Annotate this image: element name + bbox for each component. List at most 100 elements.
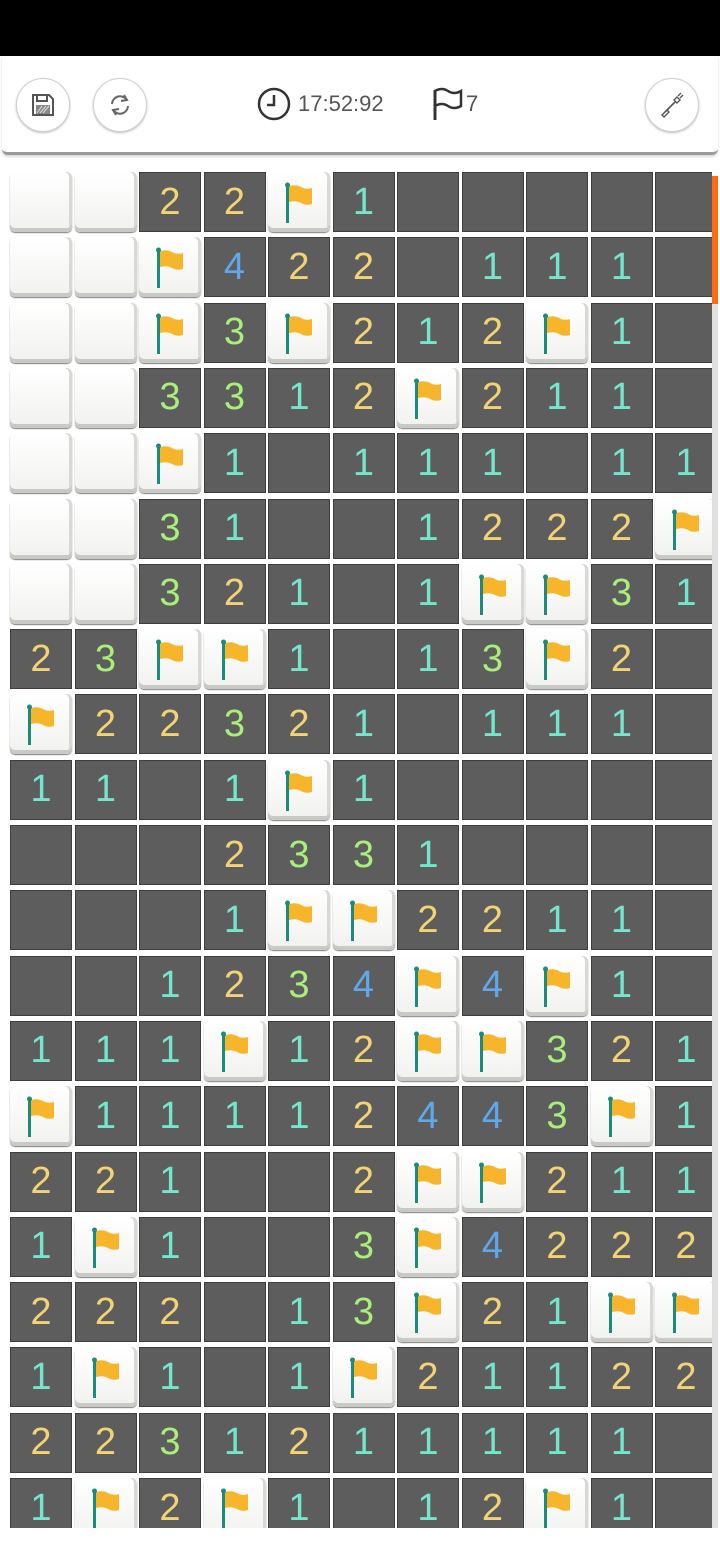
revealed-cell[interactable]: 2 [268, 1412, 330, 1473]
revealed-cell[interactable]: 2 [10, 629, 72, 690]
revealed-cell[interactable]: 1 [526, 1412, 588, 1473]
revealed-cell[interactable]: 3 [332, 1282, 395, 1343]
unopened-cell[interactable] [10, 498, 72, 559]
revealed-cell[interactable]: 2 [461, 498, 524, 559]
revealed-cell[interactable] [268, 1151, 330, 1212]
unopened-cell[interactable] [74, 302, 137, 363]
revealed-cell[interactable]: 1 [332, 1412, 395, 1473]
revealed-cell[interactable]: 2 [74, 1151, 137, 1212]
revealed-cell[interactable]: 1 [526, 890, 588, 951]
flagged-cell[interactable] [10, 1086, 72, 1147]
revealed-cell[interactable] [655, 629, 712, 690]
revealed-cell[interactable]: 1 [268, 563, 330, 624]
revealed-cell[interactable]: 1 [74, 759, 137, 820]
flagged-cell[interactable] [590, 1282, 653, 1343]
save-button[interactable] [16, 78, 70, 132]
revealed-cell[interactable]: 2 [332, 1151, 395, 1212]
revealed-cell[interactable] [526, 172, 588, 232]
revealed-cell[interactable]: 1 [268, 629, 330, 690]
flagged-cell[interactable] [268, 890, 330, 951]
revealed-cell[interactable]: 2 [139, 1478, 201, 1528]
revealed-cell[interactable]: 1 [526, 694, 588, 755]
revealed-cell[interactable]: 2 [203, 955, 266, 1016]
flagged-cell[interactable] [526, 302, 588, 363]
revealed-cell[interactable]: 1 [526, 237, 588, 298]
revealed-cell[interactable] [590, 172, 653, 232]
revealed-cell[interactable]: 2 [332, 237, 395, 298]
flagged-cell[interactable] [655, 1282, 712, 1343]
revealed-cell[interactable] [655, 1412, 712, 1473]
revealed-cell[interactable] [590, 825, 653, 885]
revealed-cell[interactable]: 4 [332, 955, 395, 1016]
revealed-cell[interactable]: 1 [268, 1347, 330, 1408]
revealed-cell[interactable] [332, 1478, 395, 1528]
dig-mode-button[interactable] [645, 78, 699, 132]
revealed-cell[interactable]: 1 [655, 563, 712, 624]
revealed-cell[interactable]: 1 [10, 1347, 72, 1408]
revealed-cell[interactable]: 1 [139, 1020, 201, 1081]
restart-button[interactable] [93, 78, 147, 132]
revealed-cell[interactable]: 1 [203, 498, 266, 559]
revealed-cell[interactable]: 1 [461, 694, 524, 755]
revealed-cell[interactable]: 1 [461, 1347, 524, 1408]
revealed-cell[interactable]: 1 [590, 302, 653, 363]
revealed-cell[interactable] [461, 759, 524, 820]
flagged-cell[interactable] [397, 955, 459, 1016]
revealed-cell[interactable] [10, 825, 72, 885]
flagged-cell[interactable] [74, 1216, 137, 1277]
revealed-cell[interactable]: 2 [461, 1282, 524, 1343]
unopened-cell[interactable] [10, 302, 72, 363]
flagged-cell[interactable] [203, 1020, 266, 1081]
revealed-cell[interactable]: 1 [332, 759, 395, 820]
revealed-cell[interactable]: 1 [590, 955, 653, 1016]
revealed-cell[interactable]: 1 [139, 1216, 201, 1277]
revealed-cell[interactable]: 1 [268, 367, 330, 428]
revealed-cell[interactable]: 2 [74, 1282, 137, 1343]
revealed-cell[interactable]: 2 [590, 1216, 653, 1277]
flagged-cell[interactable] [203, 1478, 266, 1528]
revealed-cell[interactable] [397, 237, 459, 298]
revealed-cell[interactable]: 2 [461, 367, 524, 428]
unopened-cell[interactable] [74, 433, 137, 494]
revealed-cell[interactable]: 1 [268, 1086, 330, 1147]
unopened-cell[interactable] [10, 563, 72, 624]
revealed-cell[interactable]: 1 [590, 367, 653, 428]
revealed-cell[interactable]: 3 [203, 302, 266, 363]
unopened-cell[interactable] [10, 172, 72, 232]
revealed-cell[interactable]: 1 [655, 1086, 712, 1147]
flagged-cell[interactable] [139, 433, 201, 494]
revealed-cell[interactable] [655, 825, 712, 885]
revealed-cell[interactable]: 3 [590, 563, 653, 624]
revealed-cell[interactable]: 1 [332, 694, 395, 755]
revealed-cell[interactable]: 1 [397, 629, 459, 690]
revealed-cell[interactable]: 2 [526, 498, 588, 559]
revealed-cell[interactable] [332, 629, 395, 690]
revealed-cell[interactable]: 3 [332, 825, 395, 885]
revealed-cell[interactable]: 1 [590, 1151, 653, 1212]
revealed-cell[interactable] [74, 825, 137, 885]
revealed-cell[interactable]: 1 [397, 1412, 459, 1473]
revealed-cell[interactable]: 4 [461, 1086, 524, 1147]
revealed-cell[interactable]: 2 [203, 825, 266, 885]
revealed-cell[interactable]: 1 [268, 1282, 330, 1343]
revealed-cell[interactable]: 3 [268, 955, 330, 1016]
revealed-cell[interactable]: 3 [332, 1216, 395, 1277]
revealed-cell[interactable]: 4 [461, 955, 524, 1016]
scrollbar-thumb[interactable] [712, 176, 718, 304]
revealed-cell[interactable]: 2 [74, 694, 137, 755]
revealed-cell[interactable]: 1 [590, 237, 653, 298]
revealed-cell[interactable]: 1 [590, 694, 653, 755]
revealed-cell[interactable]: 2 [590, 1020, 653, 1081]
revealed-cell[interactable]: 3 [139, 498, 201, 559]
revealed-cell[interactable]: 2 [203, 563, 266, 624]
revealed-cell[interactable] [139, 759, 201, 820]
revealed-cell[interactable]: 3 [139, 1412, 201, 1473]
flagged-cell[interactable] [10, 694, 72, 755]
revealed-cell[interactable]: 1 [203, 759, 266, 820]
revealed-cell[interactable]: 1 [10, 1216, 72, 1277]
revealed-cell[interactable]: 1 [655, 433, 712, 494]
revealed-cell[interactable]: 3 [203, 367, 266, 428]
revealed-cell[interactable]: 4 [397, 1086, 459, 1147]
flagged-cell[interactable] [397, 1216, 459, 1277]
flagged-cell[interactable] [139, 629, 201, 690]
